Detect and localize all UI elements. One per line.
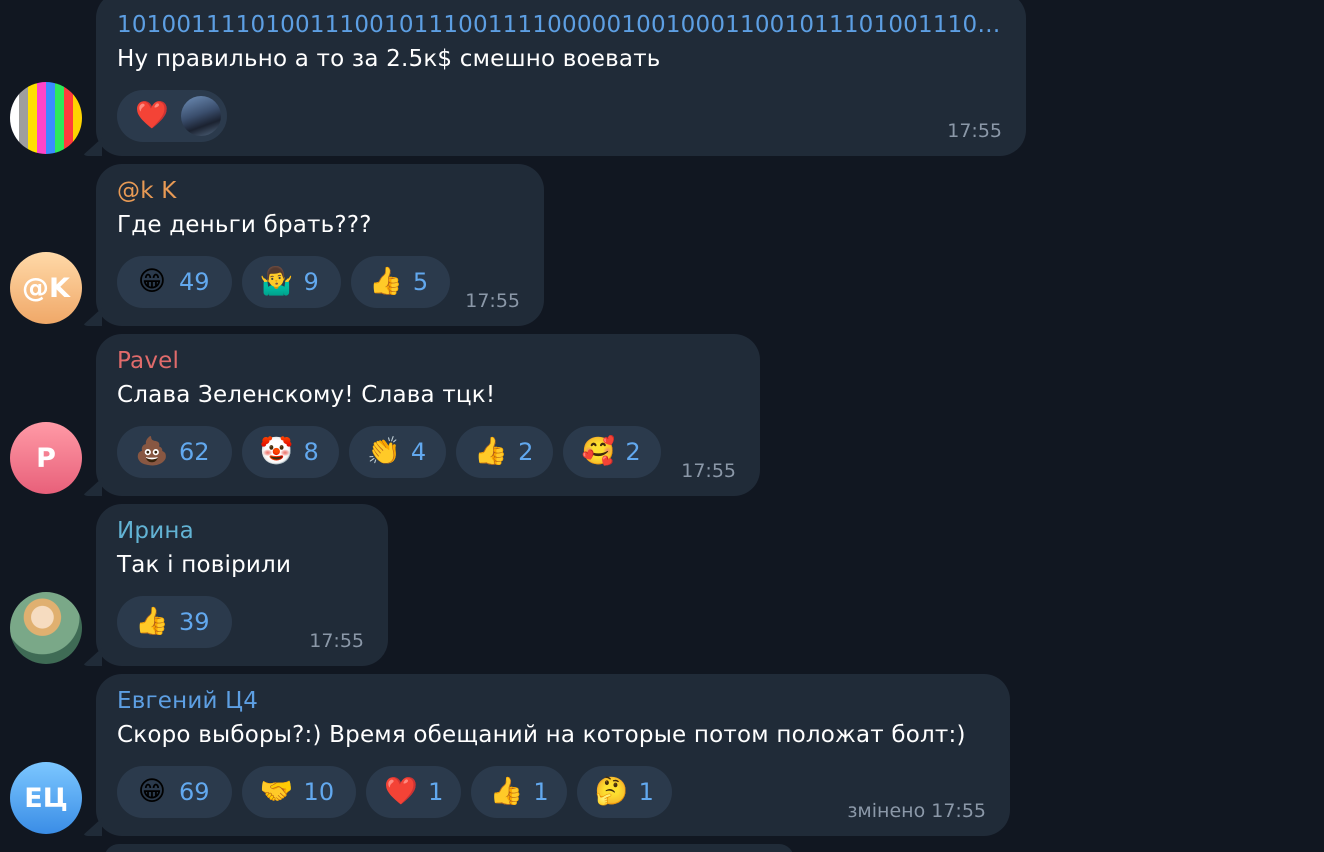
thumbs-up-icon: 👍 — [474, 436, 508, 467]
reaction-thinking[interactable]: 🤔 1 — [576, 766, 672, 818]
grinning-face-icon: 😁 — [137, 776, 167, 807]
avatar-initials: @K — [22, 272, 70, 304]
reaction-thumbs-up[interactable]: 👍 2 — [456, 426, 554, 478]
message-text: Ну правильно а то за 2.5к$ смешно воеват… — [117, 46, 661, 72]
message-text: Скоро выборы?:) Время обещаний на которы… — [117, 722, 966, 748]
reaction-count: 2 — [518, 438, 534, 466]
poo-icon: 💩 — [135, 436, 169, 467]
bubble-tail — [82, 138, 102, 156]
reaction-count: 4 — [410, 438, 427, 466]
message-text: Так і повірили — [117, 552, 292, 578]
reaction-thumbs-up[interactable]: 👍 5 — [350, 256, 451, 308]
avatar-color-bar — [46, 82, 55, 154]
avatar-color-bar — [73, 82, 82, 154]
reaction-count: 10 — [303, 778, 335, 806]
reaction-count: 1 — [638, 778, 654, 806]
avatar-color-bar — [10, 82, 19, 154]
heart-icon: ❤️ — [384, 776, 418, 807]
avatar-color-bars — [10, 82, 82, 154]
reaction-thumbs-up[interactable]: 👍 39 — [117, 596, 232, 648]
message-time: змінено 17:55 — [847, 800, 986, 822]
avatar[interactable] — [10, 82, 82, 154]
avatar[interactable]: ЕЦ — [10, 762, 82, 834]
reaction-grinning[interactable]: 😁 49 — [117, 256, 232, 308]
next-message-bubble-partial[interactable] — [104, 844, 794, 852]
reaction-thumbs-up[interactable]: 👍 1 — [471, 766, 567, 818]
clapping-hands-icon: 👏 — [367, 436, 401, 467]
chat-history[interactable]: 1010011110100111001011100111100000100100… — [0, 0, 1324, 852]
message-time: 17:55 — [465, 290, 520, 312]
reaction-count: 5 — [412, 268, 429, 296]
bubble-tail — [82, 818, 102, 836]
reaction-count: 8 — [303, 438, 319, 466]
reaction-count: 39 — [179, 608, 210, 636]
reaction-count: 69 — [179, 778, 210, 806]
thinking-face-icon: 🤔 — [594, 776, 629, 807]
reaction-grinning[interactable]: 😁 69 — [117, 766, 232, 818]
sender-name[interactable]: @k K — [117, 176, 522, 206]
reaction-count: 49 — [179, 268, 210, 296]
avatar-initials: ЕЦ — [24, 782, 68, 814]
sender-name[interactable]: Евгений Ц4 — [117, 686, 988, 716]
message-bubble[interactable]: Евгений Ц4 Скоро выборы?:) Время обещани… — [82, 674, 1010, 836]
bubble-tail — [82, 648, 102, 666]
bubble-tail — [82, 478, 102, 496]
smiling-hearts-icon: 🥰 — [581, 436, 616, 467]
sender-name[interactable]: Ирина — [117, 516, 366, 546]
thumbs-up-icon: 👍 — [369, 266, 403, 297]
reaction-count: 1 — [533, 778, 549, 806]
reactions-row: 😁 49 🤷‍♂️ 9 👍 5 — [117, 256, 522, 308]
reactor-avatar — [181, 96, 221, 136]
handshake-icon: 🤝 — [259, 776, 294, 807]
reactions-row: ❤️ — [117, 90, 1004, 142]
avatar-color-bar — [28, 82, 37, 154]
message-bubble[interactable]: 1010011110100111001011100111100000100100… — [82, 0, 1026, 156]
avatar[interactable]: P — [10, 422, 82, 494]
reaction-shrug[interactable]: 🤷‍♂️ 9 — [241, 256, 341, 308]
message-bubble[interactable]: Pavel Слава Зеленскому! Слава тцк! 💩 62 … — [82, 334, 760, 496]
clown-icon: 🤡 — [259, 436, 294, 467]
message-text: Где деньги брать??? — [117, 212, 372, 238]
avatar[interactable] — [10, 592, 82, 664]
reaction-clapping[interactable]: 👏 4 — [348, 426, 447, 478]
sender-name[interactable]: Pavel — [117, 346, 738, 376]
thumbs-up-icon: 👍 — [135, 606, 169, 637]
heart-icon: ❤️ — [135, 100, 169, 131]
sender-name[interactable]: 1010011110100111001011100111100000100100… — [117, 10, 1007, 40]
message-time: 17:55 — [947, 120, 1002, 142]
reaction-poo[interactable]: 💩 62 — [117, 426, 232, 478]
reaction-count: 9 — [303, 268, 319, 296]
reaction-clown[interactable]: 🤡 8 — [241, 426, 339, 478]
reaction-count: 2 — [625, 438, 641, 466]
message-time: 17:55 — [681, 460, 736, 482]
bubble-tail — [82, 308, 102, 326]
reactions-row: 💩 62 🤡 8 👏 4 👍 2 🥰 2 — [117, 426, 738, 478]
reaction-heart[interactable]: ❤️ 1 — [366, 766, 462, 818]
reaction-heart[interactable]: ❤️ — [117, 90, 227, 142]
grinning-face-icon: 😁 — [137, 266, 167, 297]
avatar-color-bar — [64, 82, 73, 154]
reaction-count: 62 — [179, 438, 210, 466]
avatar-color-bar — [55, 82, 64, 154]
reaction-smiling-hearts[interactable]: 🥰 2 — [563, 426, 661, 478]
reaction-count: 1 — [428, 778, 444, 806]
avatar[interactable]: @K — [10, 252, 82, 324]
avatar-initials: P — [36, 442, 56, 474]
message-bubble[interactable]: Ирина Так і повірили 👍 39 17:55 — [82, 504, 388, 666]
avatar-color-bar — [19, 82, 28, 154]
thumbs-up-icon: 👍 — [489, 776, 524, 807]
message-time: 17:55 — [309, 630, 364, 652]
shrug-icon: 🤷‍♂️ — [259, 266, 294, 297]
avatar-color-bar — [37, 82, 46, 154]
message-text: Слава Зеленскому! Слава тцк! — [117, 382, 496, 408]
message-bubble[interactable]: @k K Где деньги брать??? 😁 49 🤷‍♂️ 9 👍 5… — [82, 164, 544, 326]
reaction-handshake[interactable]: 🤝 10 — [241, 766, 357, 818]
